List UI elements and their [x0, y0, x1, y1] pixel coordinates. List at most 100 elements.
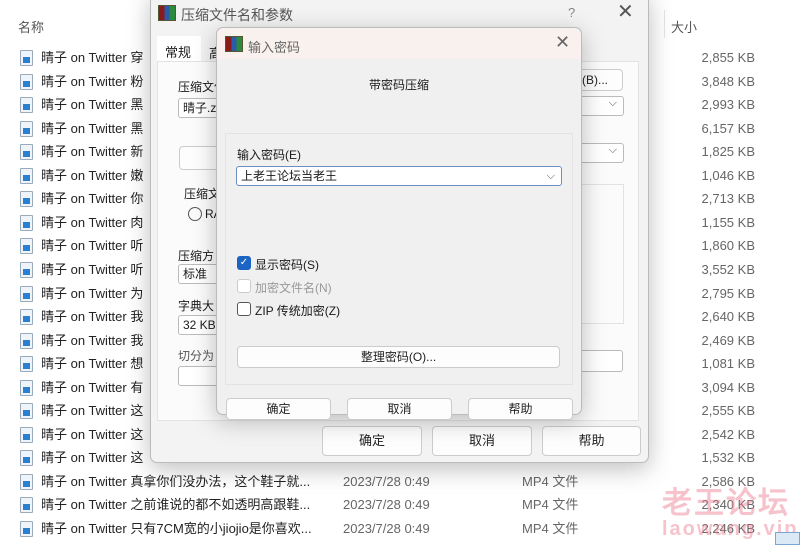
- file-name: 晴子 on Twitter 听: [41, 261, 144, 277]
- video-file-icon: [20, 167, 33, 184]
- column-divider: [664, 10, 665, 38]
- file-size: 1,155 KB: [701, 214, 756, 230]
- file-name: 晴子 on Twitter 你: [41, 191, 144, 207]
- file-name: 晴子 on Twitter 新: [41, 144, 144, 160]
- file-size: 1,046 KB: [701, 167, 756, 183]
- show-password-checkbox[interactable]: ✓: [237, 256, 251, 270]
- split-label: 切分为: [178, 349, 215, 363]
- file-type: MP4 文件: [522, 521, 579, 536]
- file-size: 2,855 KB: [701, 50, 756, 65]
- profiles-button[interactable]: [179, 146, 219, 170]
- file-date: 2023/7/28 0:49: [343, 521, 430, 536]
- file-name: 晴子 on Twitter 我: [41, 332, 144, 348]
- dialog-heading: 带密码压缩: [368, 78, 429, 92]
- column-header-name[interactable]: 名称: [18, 17, 44, 36]
- organize-passwords-button[interactable]: 整理密码(O)...: [237, 346, 560, 368]
- file-size: 2,795 KB: [701, 285, 756, 301]
- video-file-icon: [20, 356, 33, 373]
- taskbar-corner-button[interactable]: [775, 532, 800, 545]
- video-file-icon: [20, 309, 33, 326]
- video-file-icon: [20, 332, 33, 349]
- close-icon[interactable]: ✕: [555, 32, 570, 53]
- file-name: 晴子 on Twitter 这: [41, 426, 144, 442]
- file-name: 晴子 on Twitter 黑: [41, 120, 144, 136]
- password-input[interactable]: 上老王论坛当老王 ⌵: [236, 166, 562, 186]
- video-file-icon: [20, 238, 33, 255]
- file-name: 晴子 on Twitter 只有7CM宽的小jiojio是你喜欢...: [41, 521, 312, 536]
- file-name: 晴子 on Twitter 有: [41, 379, 144, 395]
- file-size: 2,640 KB: [701, 309, 756, 325]
- file-name: 晴子 on Twitter 听: [41, 238, 144, 254]
- dialog-title: 压缩文件名和参数: [181, 7, 293, 23]
- radio-rar[interactable]: [188, 207, 202, 221]
- video-file-icon: [20, 50, 33, 66]
- file-name: 晴子 on Twitter 粉: [41, 73, 144, 89]
- file-name: 晴子 on Twitter 黑: [41, 97, 144, 113]
- file-size: 1,825 KB: [701, 144, 756, 160]
- file-size: 2,713 KB: [701, 191, 756, 207]
- file-size: 1,860 KB: [701, 238, 756, 254]
- video-file-icon: [20, 120, 33, 137]
- file-size: 6,157 KB: [701, 120, 756, 136]
- chevron-down-icon: ⌵: [608, 97, 617, 109]
- video-file-icon: [20, 144, 33, 161]
- file-name: 晴子 on Twitter 这: [41, 403, 144, 419]
- zip-legacy-checkbox[interactable]: [237, 302, 251, 316]
- zip-legacy-label: ZIP 传统加密(Z): [255, 304, 341, 318]
- file-size: 1,532 KB: [701, 450, 756, 466]
- file-type: MP4 文件: [522, 473, 579, 489]
- file-size: 3,094 KB: [701, 379, 756, 395]
- chevron-down-icon[interactable]: ⌵: [547, 167, 555, 185]
- watermark-text: 老王论坛: [662, 487, 790, 520]
- password-label: 输入密码(E): [237, 148, 301, 162]
- password-value: 上老王论坛当老王: [241, 169, 338, 183]
- method-label: 压缩方: [178, 249, 215, 263]
- video-file-icon: [20, 473, 33, 490]
- video-file-icon: [20, 97, 33, 114]
- help-button[interactable]: 帮助: [468, 398, 573, 420]
- file-date: 2023/7/28 0:49: [343, 473, 430, 489]
- file-name: 晴子 on Twitter 真拿你们没办法，这个鞋子就...: [41, 473, 311, 489]
- column-header-size[interactable]: 大小: [671, 17, 697, 36]
- video-file-icon: [20, 261, 33, 278]
- video-file-icon: [20, 450, 33, 467]
- file-name: 晴子 on Twitter 穿: [41, 50, 144, 65]
- cancel-button[interactable]: 取消: [432, 426, 532, 456]
- file-name: 晴子 on Twitter 之前谁说的都不如透明高跟鞋...: [41, 497, 311, 513]
- file-date: 2023/7/28 0:49: [343, 497, 430, 513]
- ok-button[interactable]: 确定: [322, 426, 422, 456]
- file-name: 晴子 on Twitter 为: [41, 285, 144, 301]
- tab-general[interactable]: 常规: [157, 36, 201, 62]
- video-file-icon: [20, 521, 33, 537]
- cancel-button[interactable]: 取消: [347, 398, 452, 420]
- file-name: 晴子 on Twitter 嫩: [41, 167, 144, 183]
- file-size: 3,848 KB: [701, 73, 756, 89]
- dialog-title: 输入密码: [248, 40, 301, 55]
- encrypt-names-label: 加密文件名(N): [255, 281, 332, 295]
- file-size: 2,993 KB: [701, 97, 756, 113]
- video-file-icon: [20, 426, 33, 443]
- video-file-icon: [20, 285, 33, 302]
- chevron-down-icon: ⌵: [608, 144, 617, 156]
- dict-label: 字典大: [178, 299, 215, 313]
- video-file-icon: [20, 191, 33, 208]
- video-file-icon: [20, 497, 33, 514]
- video-file-icon: [20, 379, 33, 396]
- ok-button[interactable]: 确定: [226, 398, 331, 420]
- help-icon[interactable]: ?: [568, 5, 575, 20]
- video-file-icon: [20, 403, 33, 420]
- close-icon[interactable]: ✕: [617, 0, 634, 24]
- file-size: 3,552 KB: [701, 261, 756, 277]
- archive-format-group: 压缩文: [184, 187, 221, 201]
- show-password-label: 显示密码(S): [255, 258, 319, 272]
- help-button[interactable]: 帮助: [542, 426, 641, 456]
- file-size: 2,555 KB: [701, 403, 756, 419]
- password-dialog: 输入密码 ✕ 带密码压缩 输入密码(E) 上老王论坛当老王 ⌵ ✓ 显示密码(S…: [216, 27, 582, 420]
- video-file-icon: [20, 214, 33, 231]
- file-name: 晴子 on Twitter 这: [41, 450, 144, 466]
- winrar-icon: [225, 36, 243, 52]
- winrar-icon: [158, 5, 176, 21]
- file-size: 2,542 KB: [701, 426, 756, 442]
- file-name: 晴子 on Twitter 想: [41, 356, 144, 372]
- encrypt-names-checkbox[interactable]: [237, 279, 251, 293]
